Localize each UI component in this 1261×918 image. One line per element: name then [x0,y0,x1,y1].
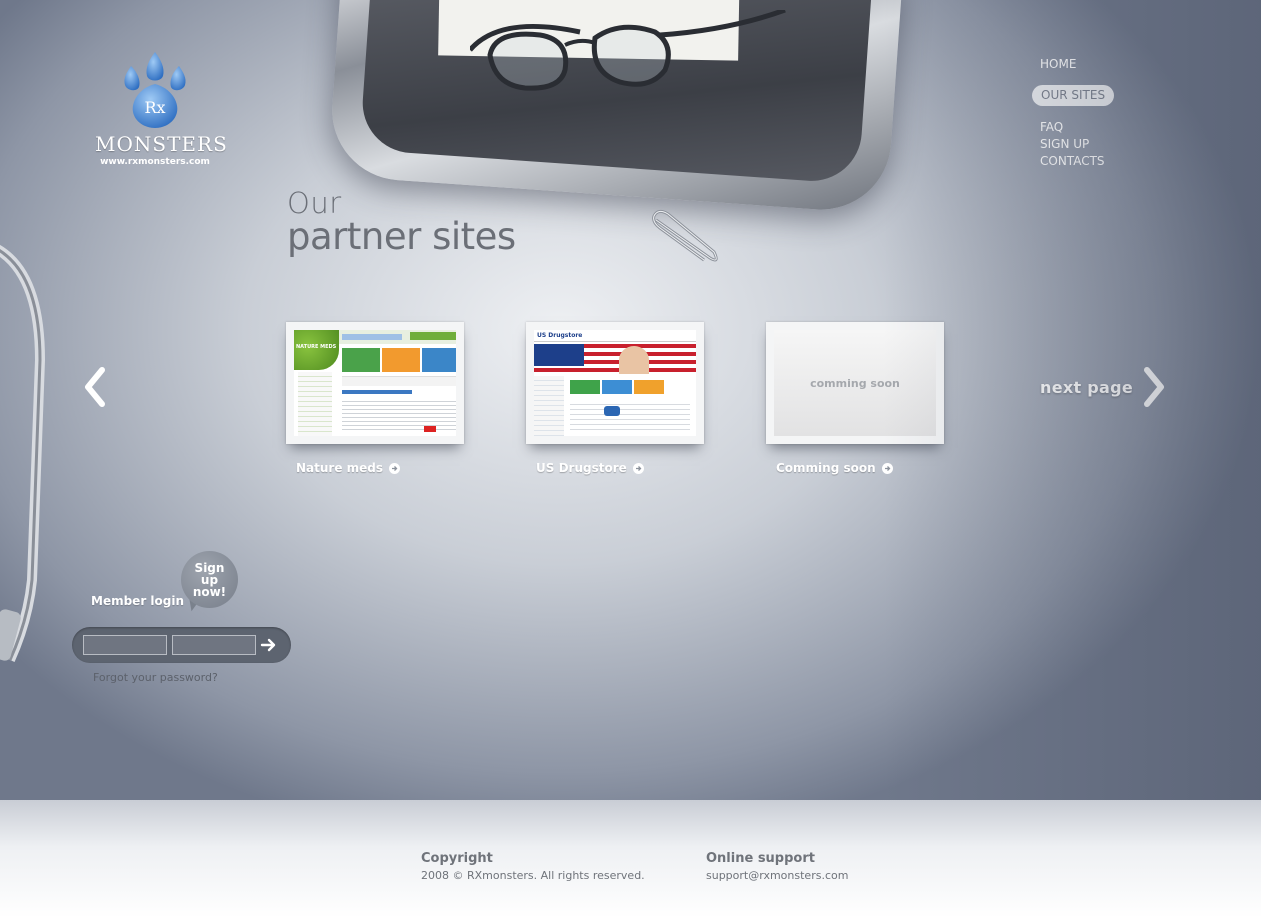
stethoscope-decoration [0,245,46,663]
page-title-line1: Our [287,186,342,220]
next-page-label: next page [1040,377,1134,397]
footer-copyright: Copyright 2008 © RXmonsters. All rights … [421,851,645,882]
site-logo[interactable]: Rx MONSTERS www.rxmonsters.com [95,50,228,167]
partner-thumbnail[interactable]: US Drugstore [526,322,704,444]
coming-soon-placeholder: comming soon [774,330,936,436]
circle-arrow-icon [881,462,893,474]
partner-link-nature-meds[interactable]: Nature meds [296,461,464,475]
signup-text-3: now! [192,585,227,599]
support-email[interactable]: support@rxmonsters.com [706,869,848,882]
partner-label: Comming soon [776,461,876,475]
page-title: Our partner sites [287,188,516,256]
arrow-right-icon[interactable] [259,636,279,654]
chevron-right-icon [1144,367,1165,407]
copyright-title: Copyright [421,851,493,866]
paw-logo-icon: Rx [124,52,186,128]
circle-arrow-icon [389,462,401,474]
member-login-label: Member login [91,594,185,608]
hero-stage: Rx MONSTERS www.rxmonsters.com HOME OUR … [0,0,1261,800]
brand-url: www.rxmonsters.com [100,157,210,167]
partner-card-us-drugstore[interactable]: US Drugstore US Drugstore [526,322,704,475]
nav-sign-up[interactable]: SIGN UP [1032,136,1097,153]
brand-name: MONSTERS [95,132,228,156]
nav-our-sites[interactable]: OUR SITES [1032,85,1115,106]
support-title: Online support [706,851,815,866]
partner-label: US Drugstore [536,461,627,475]
next-page-button[interactable]: next page [1040,366,1169,408]
page-title-line2: partner sites [287,215,516,258]
chevron-left-icon[interactable] [80,366,110,408]
footer: Copyright 2008 © RXmonsters. All rights … [0,800,1261,918]
password-input[interactable] [172,635,256,655]
glasses-decoration [470,10,786,91]
partner-card-nature-meds[interactable]: NATURE MEDS Nature meds [286,322,464,475]
partner-link-comming-soon[interactable]: Comming soon [776,461,944,475]
login-form [72,627,291,663]
nav-faq[interactable]: FAQ [1032,119,1071,136]
partner-card-comming-soon[interactable]: comming soon Comming soon [766,322,944,475]
svg-text:Rx: Rx [144,98,165,117]
sign-up-now-button[interactable]: Sign up now! [181,551,238,608]
nav-home[interactable]: HOME [1032,56,1084,73]
nav-contacts[interactable]: CONTACTS [1032,153,1113,170]
main-nav: HOME OUR SITES FAQ SIGN UP CONTACTS [1032,56,1115,170]
username-input[interactable] [83,635,167,655]
forgot-password-link[interactable]: Forgot your password? [93,671,218,684]
paperclip-decoration [652,209,718,262]
partner-thumbnail[interactable]: NATURE MEDS [286,322,464,444]
copyright-text: 2008 © RXmonsters. All rights reserved. [421,869,645,882]
footer-support: Online support support@rxmonsters.com [706,851,848,882]
circle-arrow-icon [632,462,644,474]
partner-thumbnail[interactable]: comming soon [766,322,944,444]
partner-link-us-drugstore[interactable]: US Drugstore [536,461,704,475]
partner-label: Nature meds [296,461,384,475]
